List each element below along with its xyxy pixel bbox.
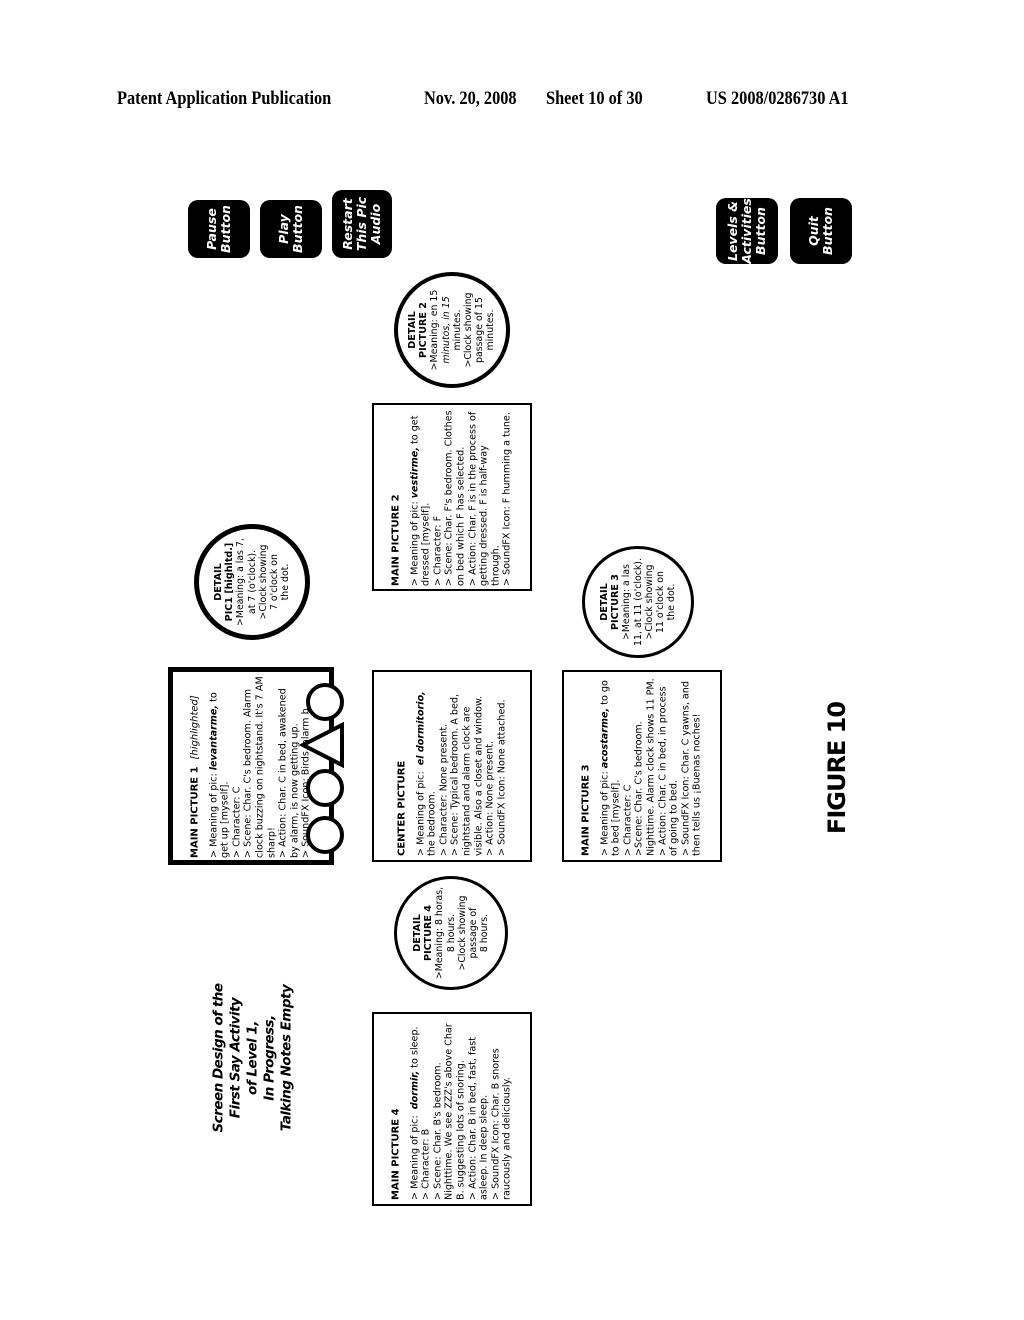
main-picture-3[interactable]: MAIN PICTURE 3 > Meaning of pic: acostar… (562, 670, 722, 862)
main-picture-4-soundfx: > SoundFX Icon: Char. B snores raucously… (490, 1048, 513, 1200)
detail-1-subtitle: PIC1 [highltd.] (223, 542, 235, 622)
main-picture-2-soundfx: > SoundFX Icon: F humming a tune. (501, 412, 513, 586)
main-picture-4-title: MAIN PICTURE 4 (390, 1108, 402, 1200)
quit-button[interactable]: Quit Button (790, 198, 852, 264)
detail-3-title: DETAIL (598, 583, 610, 621)
main-picture-2-scene: > Scene: Char. F's bedroom. Clothes on b… (443, 410, 467, 586)
main-picture-2-character: > Character: F (432, 515, 444, 586)
main-picture-1-meaning: > Meaning of pic: levantarme, to get up … (208, 692, 231, 858)
detail-picture-4[interactable]: DETAIL PICTURE 4 >Meaning: 8 horas, 8 ho… (394, 876, 508, 990)
detail-picture-1[interactable]: DETAIL PIC1 [highltd.] >Meaning: a las 7… (194, 524, 310, 640)
detail-2-line: minutes. (452, 309, 463, 351)
detail-1-line: at 7 (o'clock). (246, 549, 258, 615)
sheet-number: Sheet 10 of 30 (546, 88, 643, 109)
media-circle-icon[interactable] (306, 816, 344, 854)
center-picture-action: > Action: None present. (484, 740, 496, 856)
detail-2-line: >Clock showing (463, 292, 475, 368)
detail-1-line: 7 o'clock on (268, 554, 280, 611)
main-picture-1-character: > Character: C (231, 786, 243, 858)
detail-1-title: DETAIL (212, 563, 224, 601)
main-picture-4-scene: > Scene: Char. B's bedroom. Nighttime. W… (432, 1023, 467, 1200)
center-picture-meaning: > Meaning of pic: el dormitorio, the bed… (414, 691, 438, 856)
main-picture-3-action: > Action: Char. C in bed, in process of … (657, 686, 680, 856)
main-picture-1-scene: > Scene: Char. C's bedroom. Alarm clock … (242, 676, 278, 858)
publication-label: Patent Application Publication (117, 88, 332, 109)
detail-1-line: >Meaning: a las 7, (235, 538, 247, 626)
figure-label: FIGURE 10 (823, 701, 851, 835)
detail-3-line: >Meaning: a las (621, 564, 633, 641)
center-picture[interactable]: CENTER PICTURE > Meaning of pic: el dorm… (372, 670, 532, 862)
main-picture-3-character: > Character: C (622, 784, 634, 856)
detail-2-line: minutes. (485, 309, 497, 351)
pause-button-label: Pause Button (204, 205, 233, 253)
detail-4-line: >Clock showing (456, 895, 468, 971)
quit-button-label: Quit Button (806, 207, 835, 255)
detail-2-line: >Meaning: en 15 (429, 289, 441, 371)
detail-2-line: minutos, in 15 (440, 296, 452, 364)
detail-4-subtitle: PICTURE 4 (422, 905, 434, 961)
main-picture-4[interactable]: MAIN PICTURE 4 > Meaning of pic: dormir,… (372, 1012, 532, 1206)
pause-button[interactable]: Pause Button (188, 200, 250, 258)
main-picture-3-soundfx: > SoundFX Icon: Char. C yawns, and then … (680, 681, 703, 856)
screen-design-title: Screen Design of the First Say Activity … (210, 982, 294, 1133)
play-button-label: Play Button (276, 205, 305, 253)
detail-picture-3[interactable]: DETAIL PICTURE 3 >Meaning: a las 11, at … (582, 546, 694, 658)
levels-activities-button-label: Levels & Activities Button (725, 198, 768, 264)
center-picture-soundfx: > SoundFX Icon: None attached. (496, 699, 508, 856)
detail-1-line: the dot. (280, 563, 292, 601)
restart-audio-button[interactable]: Restart This Pic Audio (332, 190, 392, 258)
media-circle-icon[interactable] (306, 683, 344, 721)
detail-3-line: >Clock showing (643, 564, 655, 640)
main-picture-3-title: MAIN PICTURE 3 (580, 764, 592, 856)
main-picture-2-action: > Action: Char. F is in the process of g… (467, 411, 502, 586)
main-picture-2-meaning: > Meaning of pic: vestirme, to get dress… (409, 415, 432, 586)
main-picture-1-title: MAIN PICTURE 1 [highlighted] (189, 695, 201, 858)
media-circle-icon[interactable] (306, 769, 344, 807)
detail-3-line: the dot. (666, 583, 678, 621)
detail-4-line: 8 hours. (445, 913, 457, 953)
main-picture-4-character: > Character: B (420, 1128, 432, 1200)
levels-activities-button[interactable]: Levels & Activities Button (716, 198, 778, 264)
restart-audio-button-label: Restart This Pic Audio (340, 196, 383, 252)
detail-2-line: passage of 15 (474, 297, 486, 363)
main-picture-3-scene: >Scene: Char. C's bedroom. Nighttime. Al… (633, 678, 657, 856)
detail-4-title: DETAIL (411, 914, 423, 952)
patent-number: US 2008/0286730 A1 (706, 88, 849, 109)
detail-3-line: 11 o'clock on (654, 571, 666, 633)
main-picture-2-title: MAIN PICTURE 2 (390, 494, 402, 586)
main-picture-4-action: > Action: Char. B in bed, fast, fast asl… (467, 1037, 490, 1200)
detail-1-line: >Clock showing (257, 544, 269, 620)
main-picture-3-meaning: > Meaning of pic: acostarme, to go to be… (599, 680, 622, 856)
play-button[interactable]: Play Button (260, 200, 322, 258)
main-picture-2[interactable]: MAIN PICTURE 2 > Meaning of pic: vestirm… (372, 403, 532, 591)
main-picture-1-action: > Action: Char. C in bed, awakened by al… (277, 688, 301, 858)
detail-4-line: 8 hours. (479, 913, 491, 953)
detail-picture-2[interactable]: DETAIL PICTURE 2 >Meaning: en 15 minutos… (394, 272, 510, 388)
play-triangle-icon[interactable] (300, 722, 346, 768)
detail-2-subtitle: PICTURE 2 (418, 302, 430, 358)
detail-3-subtitle: PICTURE 3 (609, 574, 621, 630)
center-picture-scene: > Scene: Typical bedroom. A bed, nightst… (449, 693, 484, 856)
detail-4-line: passage of (467, 907, 479, 959)
publication-date: Nov. 20, 2008 (424, 88, 517, 109)
center-picture-title: CENTER PICTURE (396, 760, 408, 856)
detail-4-line: >Meaning: 8 horas, (434, 886, 446, 980)
center-picture-character: > Character: None present. (438, 723, 450, 856)
detail-2-title: DETAIL (407, 311, 419, 349)
main-picture-4-meaning: > Meaning of pic: dormir, to sleep. (409, 1026, 421, 1200)
detail-3-line: 11, at 11 (o'clock). (632, 558, 644, 646)
